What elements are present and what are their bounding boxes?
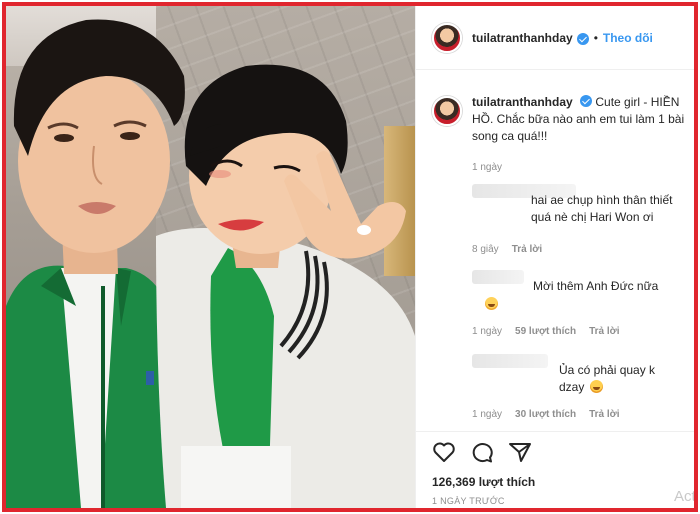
post-side-panel: tuilatranthanhday • Theo dõi tuilatranth…: [415, 6, 698, 508]
comment-username-redacted: [472, 270, 524, 284]
share-icon[interactable]: [508, 441, 532, 463]
caption-author-avatar[interactable]: [432, 96, 462, 126]
comment-text-block: Mời thêm Anh Đức nữa: [533, 278, 693, 295]
verified-badge-icon: [576, 32, 589, 45]
caption-verified-badge-icon: [580, 95, 593, 107]
comment-time: 1 ngày: [472, 409, 503, 420]
sad-face-emoji-icon: [589, 380, 603, 393]
comment-avatar[interactable]: [432, 184, 462, 214]
photo-subjects: [6, 19, 415, 508]
comment-icon[interactable]: [470, 441, 494, 463]
reply-button[interactable]: Trả lời: [589, 326, 619, 337]
comment-time: 8 giây: [472, 244, 499, 255]
laughing-tears-emoji-icon: [485, 297, 498, 310]
post-header: tuilatranthanhday • Theo dõi: [416, 6, 694, 70]
comment-likes[interactable]: 59 lượt thích: [515, 326, 576, 337]
caption-meta: 1 ngày: [472, 162, 502, 173]
comment-text: Ủa có phải quay k dzay: [559, 363, 656, 394]
comment-likes[interactable]: 30 lượt thích: [515, 409, 576, 420]
comment-avatar[interactable]: [432, 270, 462, 300]
comment-meta: 8 giây Trả lời: [472, 244, 542, 255]
comment-item: [432, 184, 462, 214]
author-avatar[interactable]: [432, 22, 462, 53]
screenshot-frame: tuilatranthanhday • Theo dõi tuilatranth…: [2, 2, 698, 512]
caption-text-block: tuilatranthanhday Cute girl - HIỀN HỒ. C…: [472, 94, 687, 145]
activation-watermark: Acti: [673, 488, 698, 505]
comment-text: Mời thêm Anh Đức nữa: [533, 279, 659, 293]
comment-item: [432, 354, 462, 384]
post-date: 1 NGÀY TRƯỚC: [432, 496, 505, 506]
author-username[interactable]: tuilatranthanhday: [472, 31, 573, 45]
comment-meta: 1 ngày 59 lượt thích Trả lời: [472, 326, 620, 337]
post-photo[interactable]: [6, 6, 415, 508]
comment-username-redacted: [472, 354, 548, 368]
comment-item: [432, 270, 462, 300]
like-count[interactable]: 126,369 lượt thích: [432, 475, 535, 489]
heart-icon[interactable]: [432, 441, 456, 463]
reply-button[interactable]: Trả lời: [512, 244, 542, 255]
comment-time: 1 ngày: [472, 326, 503, 337]
caption-username[interactable]: tuilatranthanhday: [472, 95, 573, 109]
comment-meta: 1 ngày 30 lượt thích Trả lời: [472, 409, 620, 420]
comment-emoji-line: [483, 295, 498, 313]
reply-button[interactable]: Trả lời: [589, 409, 619, 420]
header-separator: •: [593, 30, 598, 45]
caption-time: 1 ngày: [472, 162, 503, 173]
post-actions: 126,369 lượt thích 1 NGÀY TRƯỚC Acti: [416, 431, 698, 508]
comment-text: hai ae chụp hình thân thiết quá nè chị H…: [531, 193, 673, 224]
post-caption: tuilatranthanhday Cute girl - HIỀN HỒ. C…: [432, 94, 690, 145]
comment-avatar[interactable]: [432, 354, 462, 384]
comment-text-block: Ủa có phải quay k dzay: [559, 362, 679, 396]
follow-button[interactable]: Theo dõi: [603, 31, 653, 45]
action-icons: [432, 441, 532, 463]
